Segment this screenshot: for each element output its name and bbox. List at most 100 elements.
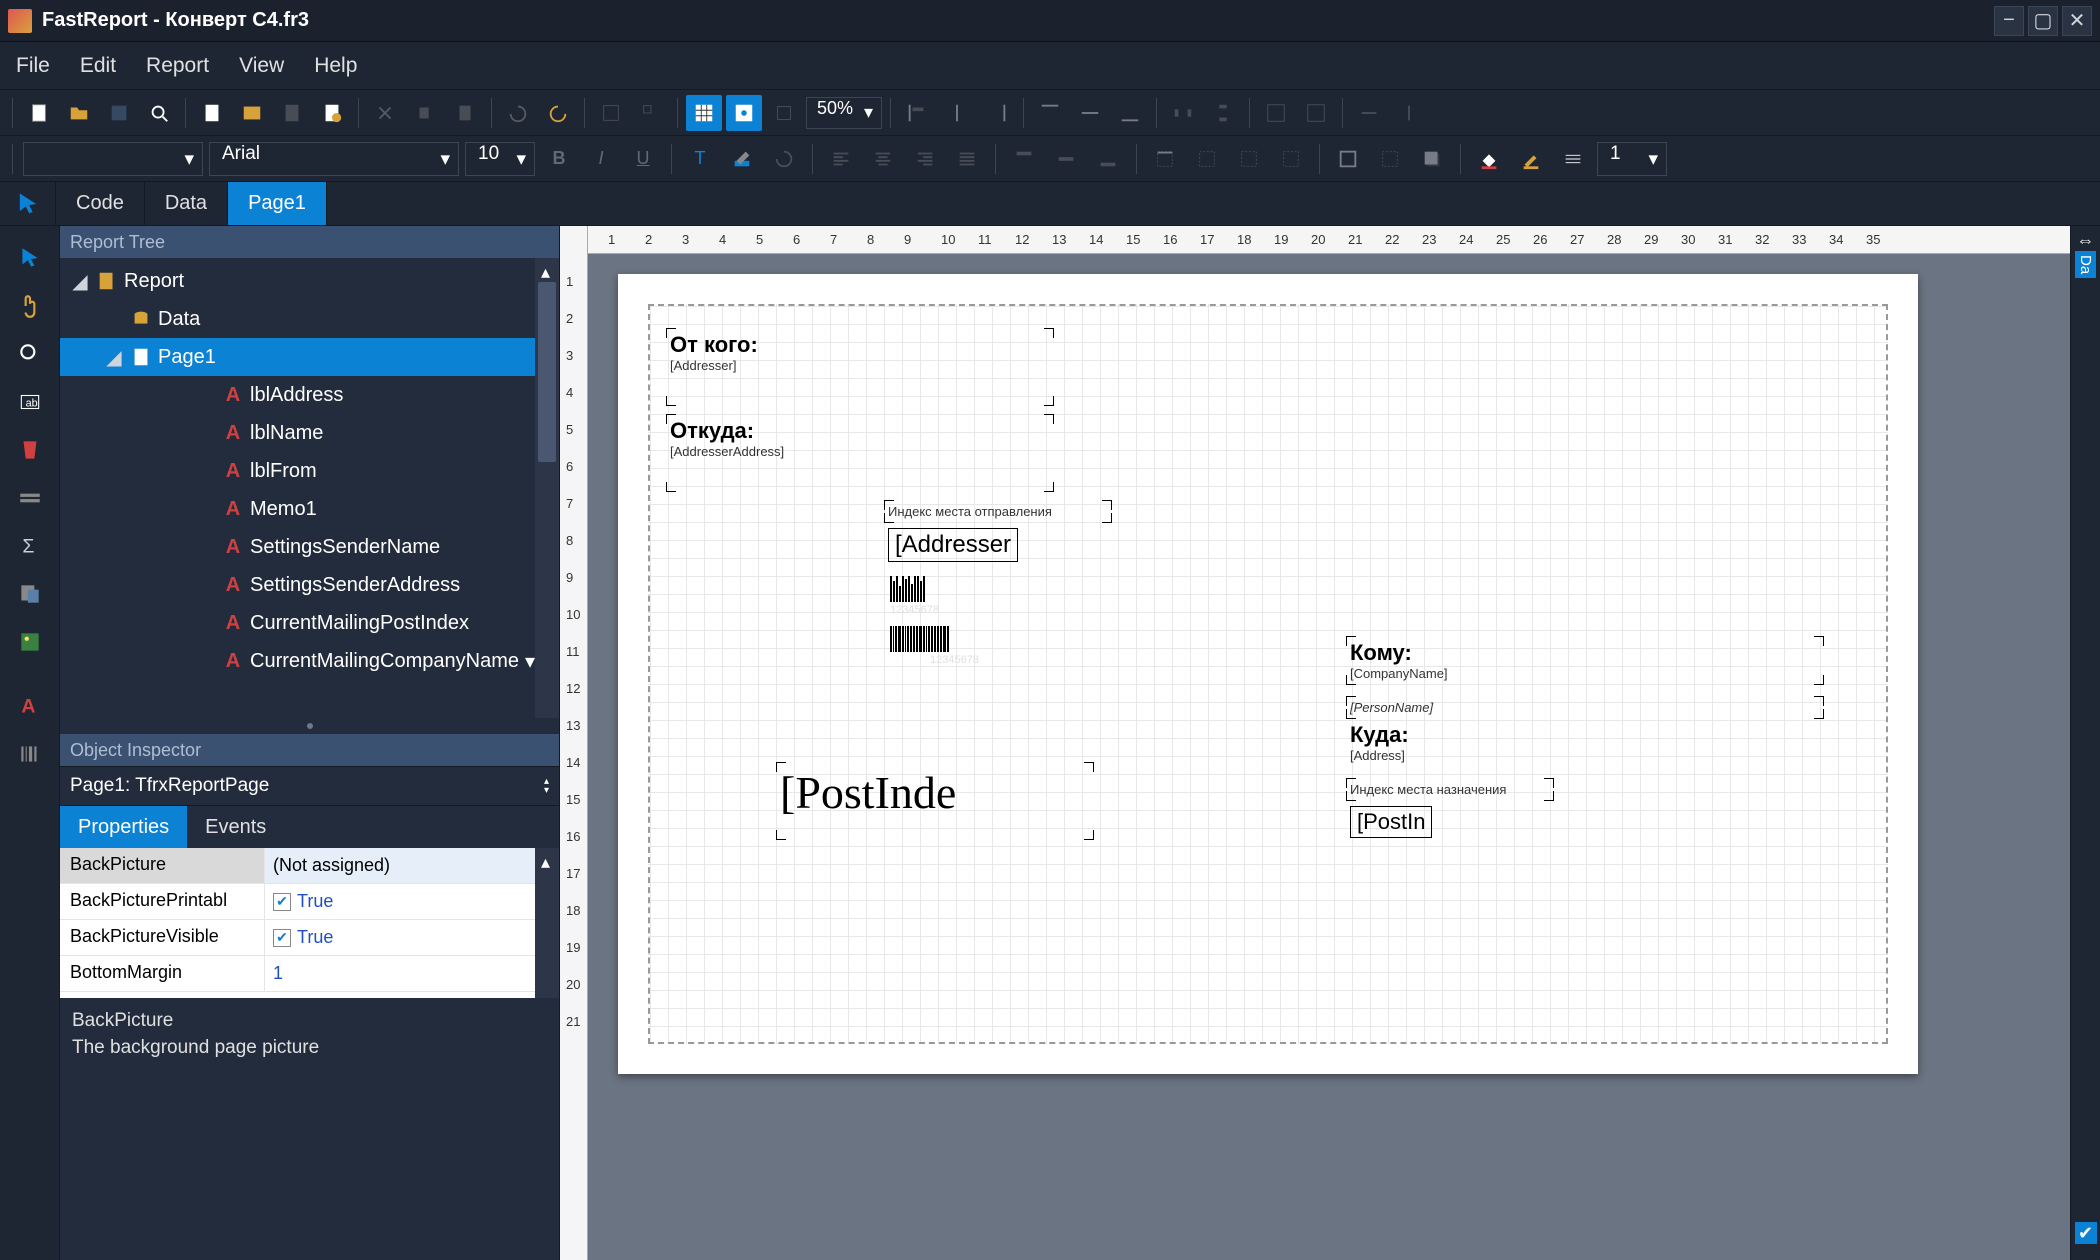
new-icon[interactable] — [21, 95, 57, 131]
center-band-h-icon[interactable] — [1258, 95, 1294, 131]
page-settings-icon[interactable] — [314, 95, 350, 131]
property-row[interactable]: BackPictureVisible ✔True — [60, 920, 559, 956]
text-left-icon[interactable] — [823, 141, 859, 177]
property-row[interactable]: BottomMargin 1 — [60, 956, 559, 992]
underline-icon[interactable]: U — [625, 141, 661, 177]
align-center-h-icon[interactable] — [939, 95, 975, 131]
new-dialog-icon[interactable] — [234, 95, 270, 131]
property-row[interactable]: BackPicture (Not assigned) — [60, 848, 559, 884]
picture-icon[interactable] — [6, 622, 54, 662]
memo-addresser-box[interactable]: [Addresser — [888, 528, 1018, 562]
zoom-tool-icon[interactable] — [6, 334, 54, 374]
space-h-icon[interactable] — [1165, 95, 1201, 131]
select-tool[interactable] — [0, 182, 56, 225]
text-bottom-icon[interactable] — [1090, 141, 1126, 177]
maximize-button[interactable]: ▢ — [2028, 6, 2058, 36]
tab-page1[interactable]: Page1 — [228, 182, 327, 225]
vertical-ruler[interactable]: 123456789101112131415161718192021 — [560, 254, 588, 1260]
tree-node[interactable]: AlblAddress — [60, 376, 559, 414]
text-justify-icon[interactable] — [949, 141, 985, 177]
tree-scrollbar[interactable]: ▴ — [535, 258, 559, 718]
pointer-icon[interactable] — [6, 238, 54, 278]
italic-icon[interactable]: I — [583, 141, 619, 177]
bold-icon[interactable]: B — [541, 141, 577, 177]
highlight-icon[interactable] — [724, 141, 760, 177]
tree-node[interactable]: ACurrentMailingPostIndex — [60, 604, 559, 642]
cut-icon[interactable] — [367, 95, 403, 131]
undo-icon[interactable] — [500, 95, 536, 131]
memo-person[interactable]: [PersonName] — [1350, 700, 1820, 715]
frame-bottom-icon[interactable] — [1189, 141, 1225, 177]
open-icon[interactable] — [61, 95, 97, 131]
frame-right-icon[interactable] — [1273, 141, 1309, 177]
memo-postindex[interactable]: [PostInde — [780, 766, 1090, 836]
show-grid-icon[interactable] — [686, 95, 722, 131]
tree-node[interactable]: AlblName — [60, 414, 559, 452]
align-left-icon[interactable] — [899, 95, 935, 131]
tab-code[interactable]: Code — [56, 182, 145, 225]
fit-icon[interactable] — [766, 95, 802, 131]
save-icon[interactable] — [101, 95, 137, 131]
barcode-tool-icon[interactable] — [6, 734, 54, 774]
font-select[interactable]: Arial — [209, 142, 459, 176]
tab-events[interactable]: Events — [187, 806, 284, 848]
tree-node[interactable]: AlblFrom — [60, 452, 559, 490]
object-select[interactable]: Page1: TfrxReportPage▴▾ — [60, 766, 559, 806]
font-color-icon[interactable]: T — [682, 141, 718, 177]
splitter[interactable] — [60, 718, 559, 734]
rotate-icon[interactable] — [766, 141, 802, 177]
property-row[interactable]: BackPicturePrintabl ✔True — [60, 884, 559, 920]
align-right-icon[interactable] — [979, 95, 1015, 131]
report-page[interactable]: От кого: [Addresser] Откуда: [AddresserA… — [618, 274, 1918, 1074]
tab-properties[interactable]: Properties — [60, 806, 187, 848]
subreport-icon[interactable] — [6, 574, 54, 614]
barcode-1[interactable]: 12345678 — [890, 576, 960, 602]
delete-page-icon[interactable] — [274, 95, 310, 131]
menu-edit[interactable]: Edit — [80, 54, 116, 78]
text-vcenter-icon[interactable] — [1048, 141, 1084, 177]
tree-node-data[interactable]: Data — [60, 300, 559, 338]
property-grid[interactable]: BackPicture (Not assigned) BackPicturePr… — [60, 848, 559, 998]
band-tool-icon[interactable] — [6, 478, 54, 518]
text-top-icon[interactable] — [1006, 141, 1042, 177]
memo-idx-dest[interactable]: Индекс места назначения — [1350, 782, 1550, 797]
frame-none-icon[interactable] — [1372, 141, 1408, 177]
snap-grid-icon[interactable] — [726, 95, 762, 131]
font-size-select[interactable]: 10 — [465, 142, 535, 176]
menu-view[interactable]: View — [239, 54, 284, 78]
memo-to[interactable]: Кому: [CompanyName] — [1350, 640, 1820, 681]
sigma-icon[interactable]: Σ — [6, 526, 54, 566]
text-center-icon[interactable] — [865, 141, 901, 177]
expand-icon[interactable]: ⇔ — [2077, 230, 2095, 251]
tree-node-page1[interactable]: ◢Page1 — [60, 338, 559, 376]
style-select[interactable] — [23, 142, 203, 176]
preview-icon[interactable] — [141, 95, 177, 131]
frame-all-icon[interactable] — [1330, 141, 1366, 177]
ungroup-icon[interactable] — [633, 95, 669, 131]
text-tool-icon[interactable]: ab — [6, 382, 54, 422]
memo-where-block[interactable]: Откуда: [AddresserAddress] — [670, 418, 1050, 488]
group-icon[interactable] — [593, 95, 629, 131]
menu-report[interactable]: Report — [146, 54, 209, 78]
frame-shadow-icon[interactable] — [1414, 141, 1450, 177]
format-tool-icon[interactable] — [6, 430, 54, 470]
new-page-icon[interactable] — [194, 95, 230, 131]
minimize-button[interactable]: − — [1994, 6, 2024, 36]
tree-node[interactable]: AMemo1 — [60, 490, 559, 528]
prop-scrollbar[interactable]: ▴ — [535, 848, 559, 998]
fill-color-icon[interactable] — [1471, 141, 1507, 177]
hand-icon[interactable] — [6, 286, 54, 326]
zoom-select[interactable]: 50% — [806, 97, 882, 129]
tree-node[interactable]: ASettingsSenderAddress — [60, 566, 559, 604]
tree-node[interactable]: ASettingsSenderName — [60, 528, 559, 566]
redo-icon[interactable] — [540, 95, 576, 131]
menu-help[interactable]: Help — [314, 54, 357, 78]
canvas[interactable]: От кого: [Addresser] Откуда: [AddresserA… — [588, 254, 2070, 1260]
frame-width-select[interactable]: 1 — [1597, 142, 1667, 176]
frame-color-icon[interactable] — [1513, 141, 1549, 177]
barcode-2[interactable]: 12345678 — [890, 626, 1010, 652]
report-tree[interactable]: ◢Report Data ◢Page1 AlblAddress AlblName… — [60, 258, 559, 718]
align-top-icon[interactable] — [1032, 95, 1068, 131]
text-right-icon[interactable] — [907, 141, 943, 177]
tab-data[interactable]: Data — [145, 182, 228, 225]
